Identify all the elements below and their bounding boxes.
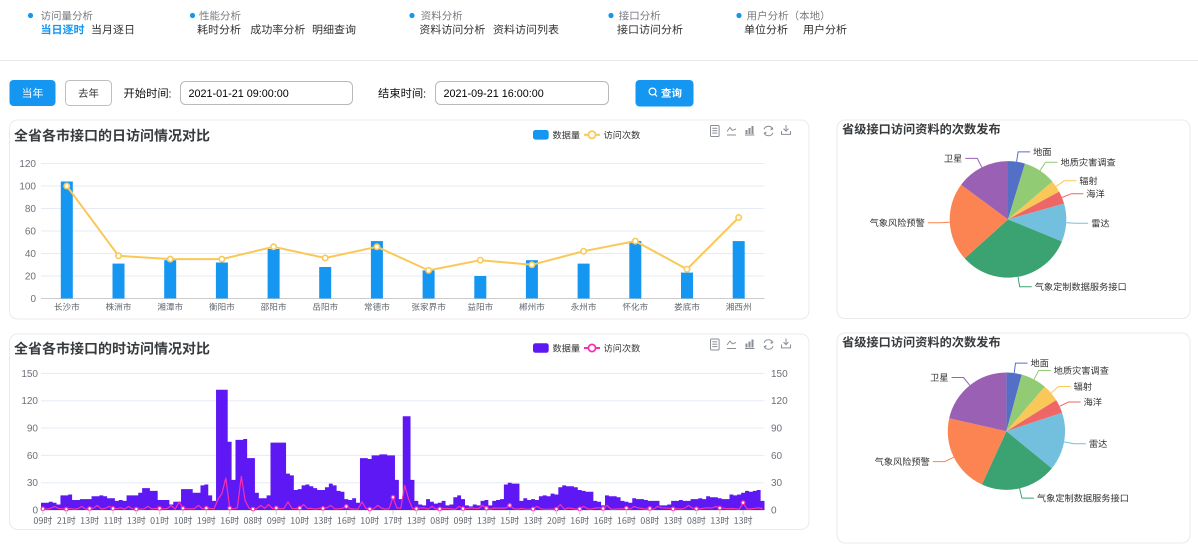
svg-text:20: 20 <box>25 272 37 283</box>
svg-text:120: 120 <box>21 396 38 407</box>
svg-text:100: 100 <box>19 182 36 193</box>
svg-text:0: 0 <box>30 294 36 305</box>
svg-text:90: 90 <box>27 424 39 435</box>
svg-text:150: 150 <box>21 369 38 380</box>
svg-text:90: 90 <box>771 424 783 435</box>
svg-text:60: 60 <box>25 227 37 238</box>
svg-text:0: 0 <box>32 506 38 517</box>
svg-text:60: 60 <box>27 451 39 462</box>
svg-text:120: 120 <box>19 159 36 170</box>
svg-text:150: 150 <box>771 369 788 380</box>
svg-text:30: 30 <box>771 478 783 489</box>
svg-text::: : <box>423 88 426 100</box>
svg-text:80: 80 <box>25 204 37 215</box>
svg-text:120: 120 <box>771 396 788 407</box>
svg-text:40: 40 <box>25 249 37 260</box>
svg-text:60: 60 <box>771 451 783 462</box>
svg-text:0: 0 <box>771 506 777 517</box>
svg-text:30: 30 <box>27 478 39 489</box>
svg-text::: : <box>168 88 171 100</box>
svg-text:2021-01-21 09:00:00: 2021-01-21 09:00:00 <box>189 88 289 100</box>
svg-text:2021-09-21 16:00:00: 2021-09-21 16:00:00 <box>444 88 544 100</box>
